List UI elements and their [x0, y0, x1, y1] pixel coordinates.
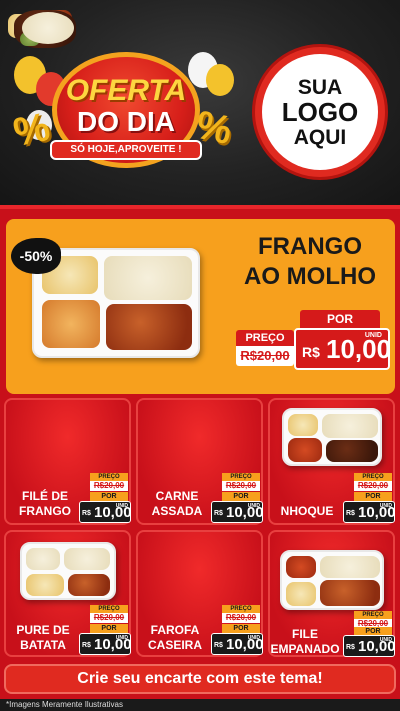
- food-portion: [320, 556, 380, 578]
- create-flyer-button[interactable]: Crie seu encarte com este tema!: [4, 664, 396, 694]
- product-name: FAROFA CASEIRA: [140, 623, 210, 653]
- product-name: FILE EMPANADO: [270, 627, 340, 657]
- product-name-line: PURE DE: [16, 623, 70, 637]
- offer-subtitle: DO DIA: [77, 106, 175, 137]
- product-name-line: NHOQUE: [280, 504, 334, 518]
- currency: R$: [82, 642, 91, 649]
- currency: R$: [302, 344, 320, 360]
- new-price: R$ 10,00 UNID: [294, 328, 391, 370]
- food-portion: [42, 300, 100, 348]
- product-name-line: BATATA: [20, 638, 66, 652]
- food-portion: [322, 414, 378, 438]
- unit-label: UNID: [115, 503, 128, 509]
- logo-text-line: AQUI: [293, 125, 347, 149]
- product-name-line: FRANGO: [19, 504, 71, 518]
- new-price-label: POR: [300, 310, 380, 328]
- old-price: R$20,00: [222, 613, 260, 623]
- offer-ribbon: SÓ HOJE,APROVEITE !: [50, 140, 202, 160]
- food-portion: [26, 548, 60, 570]
- currency: R$: [214, 642, 223, 649]
- food-portion: [288, 414, 318, 436]
- new-price: R$ 10,00 UNID: [79, 501, 132, 523]
- logo-text-line: LOGO: [281, 96, 359, 127]
- new-price: R$ 10,00 UNID: [343, 501, 396, 523]
- product-name: NHOQUE: [272, 504, 342, 519]
- unit-label: UNID: [247, 635, 260, 641]
- logo-text-line: SUA: [297, 75, 343, 99]
- disclaimer-text: *Imagens Meramente Ilustrativas: [6, 700, 123, 709]
- food-tray-image: [282, 408, 382, 466]
- food-portion: [104, 256, 192, 300]
- unit-label: UNID: [379, 637, 392, 643]
- product-name: PURE DE BATATA: [8, 623, 78, 653]
- old-price-label: PREÇO: [222, 605, 260, 613]
- unit-label: UNID: [115, 635, 128, 641]
- product-name: CARNE ASSADA: [142, 489, 212, 519]
- new-price: R$ 10,00 UNID: [211, 501, 264, 523]
- old-price-label: PREÇO: [354, 611, 392, 619]
- food-portion: [22, 12, 74, 44]
- food-portion: [106, 304, 192, 350]
- food-portion: [68, 574, 110, 596]
- product-name-line: EMPANADO: [270, 642, 340, 656]
- food-tray-image: [20, 542, 116, 600]
- old-price: R$20,00: [222, 481, 260, 491]
- product-name-line: FILÉ DE: [21, 489, 68, 503]
- food-portion: [286, 582, 316, 606]
- old-price: R$20,00: [236, 346, 294, 366]
- currency: R$: [82, 510, 91, 517]
- new-price: R$ 10,00 UNID: [343, 635, 396, 657]
- food-portion: [26, 574, 64, 596]
- old-price: R$20,00: [90, 613, 128, 623]
- currency: R$: [346, 510, 355, 517]
- unit-label: UNID: [247, 503, 260, 509]
- product-name-line: FAROFA: [150, 623, 200, 637]
- new-price: R$ 10,00 UNID: [211, 633, 264, 655]
- product-name-line: FRANGO: [258, 233, 362, 260]
- product-name-line: AO MOLHO: [244, 263, 376, 290]
- old-price: R$20,00: [354, 481, 392, 491]
- new-price-label: POR: [354, 492, 392, 501]
- new-price-label: POR: [222, 624, 260, 633]
- old-price-label: PREÇO: [354, 473, 392, 481]
- old-price: R$20,00: [90, 481, 128, 491]
- old-price-label: PREÇO: [236, 330, 294, 346]
- food-portion: [288, 438, 322, 462]
- new-price-label: POR: [222, 492, 260, 501]
- product-name: FILÉ DE FRANGO: [10, 489, 80, 519]
- food-portion: [64, 548, 110, 570]
- new-price-label: POR: [90, 492, 128, 501]
- food-portion: [326, 440, 378, 462]
- product-name-line: CARNE: [155, 489, 199, 503]
- unit-label: UNID: [379, 503, 392, 509]
- product-name-line: CASEIRA: [147, 638, 202, 652]
- offer-title: OFERTA: [65, 74, 187, 107]
- currency: R$: [214, 510, 223, 517]
- old-price-label: PREÇO: [222, 473, 260, 481]
- old-price-label: PREÇO: [90, 605, 128, 613]
- featured-product-name: FRANGO AO MOLHO: [230, 232, 390, 292]
- unit-label: UNID: [364, 332, 382, 339]
- logo-placeholder[interactable]: SUA LOGO AQUI: [262, 54, 378, 170]
- new-price-label: POR: [90, 624, 128, 633]
- food-portion: [286, 556, 316, 578]
- discount-badge: -50%: [11, 238, 61, 274]
- food-tray-image: [280, 550, 384, 610]
- food-portion: [320, 580, 380, 606]
- product-name-line: FILE: [292, 627, 318, 641]
- currency: R$: [346, 644, 355, 651]
- new-price: R$ 10,00 UNID: [79, 633, 132, 655]
- old-price-label: PREÇO: [90, 473, 128, 481]
- product-name-line: ASSADA: [151, 504, 203, 518]
